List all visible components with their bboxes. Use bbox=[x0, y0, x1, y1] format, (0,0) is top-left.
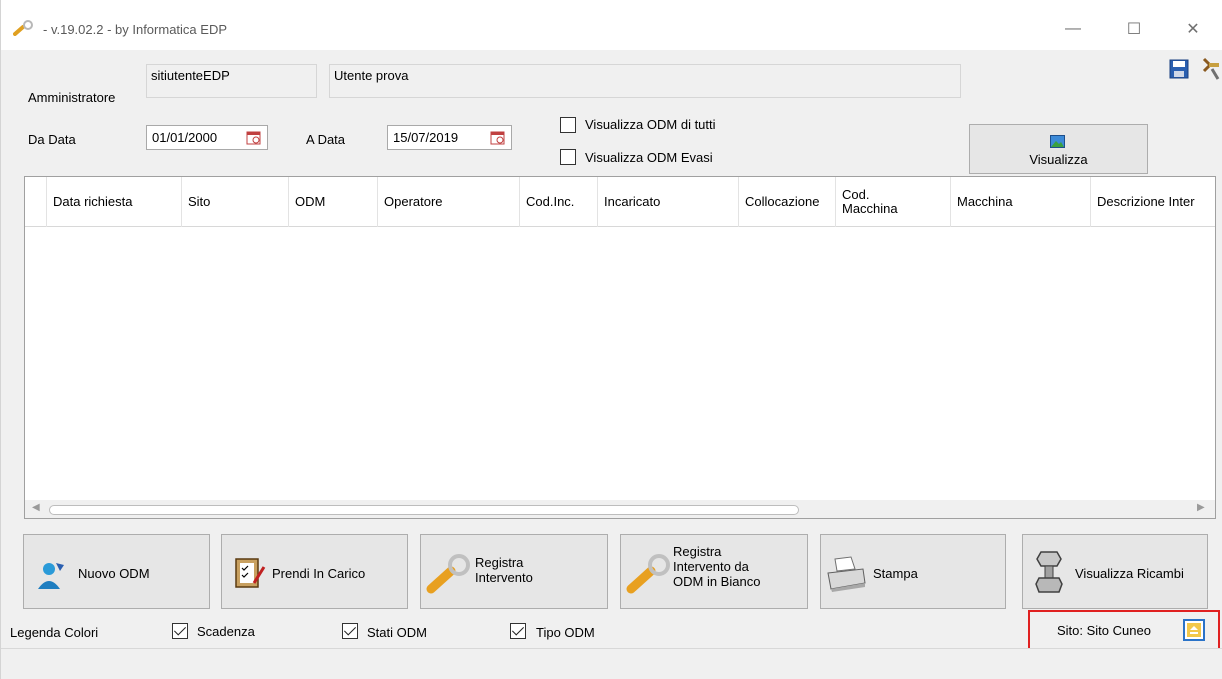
horizontal-scrollbar[interactable]: ◀ ▶ bbox=[25, 500, 1215, 518]
show-closed-label: Visualizza ODM Evasi bbox=[585, 150, 713, 165]
take-charge-label: Prendi In Carico bbox=[272, 566, 366, 581]
fullname-field: Utente prova bbox=[329, 64, 961, 98]
window-title: - v.19.02.2 - by Informatica EDP bbox=[43, 22, 227, 37]
clipboard-icon bbox=[235, 558, 266, 588]
printer-icon bbox=[827, 556, 866, 592]
column-header[interactable]: Data richiesta bbox=[47, 177, 182, 227]
legend-tipo-odm-label: Tipo ODM bbox=[536, 625, 595, 640]
minimize-button[interactable]: — bbox=[1053, 12, 1093, 46]
from-date-label: Da Data bbox=[28, 132, 76, 147]
print-label: Stampa bbox=[873, 566, 918, 581]
legend-stati-odm-label: Stati ODM bbox=[367, 625, 427, 640]
view-spare-parts-button[interactable]: Visualizza Ricambi bbox=[1022, 534, 1208, 609]
legend-label: Legenda Colori bbox=[10, 625, 99, 640]
show-all-label: Visualizza ODM di tutti bbox=[585, 117, 716, 132]
new-odm-button[interactable]: Nuovo ODM bbox=[23, 534, 210, 609]
column-header[interactable]: Incaricato bbox=[598, 177, 739, 227]
save-icon[interactable] bbox=[1169, 59, 1189, 79]
register-blank-label: Registra Intervento da ODM in Bianco bbox=[673, 544, 761, 589]
to-date-label: A Data bbox=[306, 132, 346, 147]
column-header[interactable]: Cod.Inc. bbox=[520, 177, 598, 227]
print-button[interactable]: Stampa bbox=[820, 534, 1006, 609]
role-label: Amministratore bbox=[28, 90, 116, 105]
to-date-input[interactable]: 15/07/2019 bbox=[387, 125, 512, 150]
image-icon bbox=[1050, 135, 1065, 148]
column-header[interactable]: Sito bbox=[182, 177, 289, 227]
row-indicator-column bbox=[25, 177, 47, 227]
legend-scadenza-label: Scadenza bbox=[197, 624, 255, 639]
odm-grid[interactable]: Data richiesta Sito ODM Operatore Cod.In… bbox=[24, 176, 1216, 519]
column-header[interactable]: Collocazione bbox=[739, 177, 836, 227]
legend-tipo-odm-checkbox[interactable] bbox=[510, 623, 526, 639]
username-field: sitiutenteEDP bbox=[146, 64, 317, 98]
nut-bolt-icon bbox=[1035, 551, 1063, 593]
show-closed-checkbox[interactable] bbox=[560, 149, 576, 165]
take-charge-button[interactable]: Prendi In Carico bbox=[221, 534, 408, 609]
grid-header: Data richiesta Sito ODM Operatore Cod.In… bbox=[25, 177, 1215, 227]
maximize-button[interactable]: ☐ bbox=[1114, 12, 1154, 46]
column-header[interactable]: Cod. Macchina bbox=[836, 177, 951, 227]
calendar-icon[interactable] bbox=[490, 130, 505, 145]
scroll-left-icon[interactable]: ◀ bbox=[32, 502, 40, 513]
wrench-icon bbox=[13, 20, 33, 36]
register-intervention-label: Registra Intervento bbox=[475, 555, 533, 585]
column-header[interactable]: Descrizione Inter bbox=[1091, 177, 1215, 227]
legend-stati-odm-checkbox[interactable] bbox=[342, 623, 358, 639]
wrench-icon bbox=[626, 554, 670, 594]
new-odm-label: Nuovo ODM bbox=[78, 566, 150, 581]
wrench-icon bbox=[426, 554, 470, 594]
scrollbar-thumb[interactable] bbox=[49, 505, 799, 515]
column-header[interactable]: ODM bbox=[289, 177, 378, 227]
column-header[interactable]: Operatore bbox=[378, 177, 520, 227]
scroll-right-icon[interactable]: ▶ bbox=[1197, 502, 1205, 513]
column-header[interactable]: Macchina bbox=[951, 177, 1091, 227]
from-date-value: 01/01/2000 bbox=[152, 130, 218, 145]
to-date-value: 15/07/2019 bbox=[393, 130, 459, 145]
status-bar bbox=[1, 648, 1222, 679]
main-window: - v.19.02.2 - by Informatica EDP — ☐ ✕ A… bbox=[0, 0, 1222, 679]
register-blank-button[interactable]: Registra Intervento da ODM in Bianco bbox=[620, 534, 808, 609]
view-button-label: Visualizza bbox=[1029, 152, 1088, 167]
register-intervention-button[interactable]: Registra Intervento bbox=[420, 534, 608, 609]
from-date-input[interactable]: 01/01/2000 bbox=[146, 125, 268, 150]
calendar-icon[interactable] bbox=[246, 130, 261, 145]
view-spare-parts-label: Visualizza Ricambi bbox=[1075, 566, 1184, 581]
show-all-checkbox[interactable] bbox=[560, 117, 576, 133]
user-add-icon bbox=[38, 563, 64, 589]
legend-scadenza-checkbox[interactable] bbox=[172, 623, 188, 639]
title-bar[interactable]: - v.19.02.2 - by Informatica EDP — ☐ ✕ bbox=[1, 0, 1222, 50]
tools-icon[interactable] bbox=[1200, 57, 1222, 81]
close-button[interactable]: ✕ bbox=[1173, 12, 1213, 46]
view-button[interactable]: Visualizza bbox=[969, 124, 1148, 174]
